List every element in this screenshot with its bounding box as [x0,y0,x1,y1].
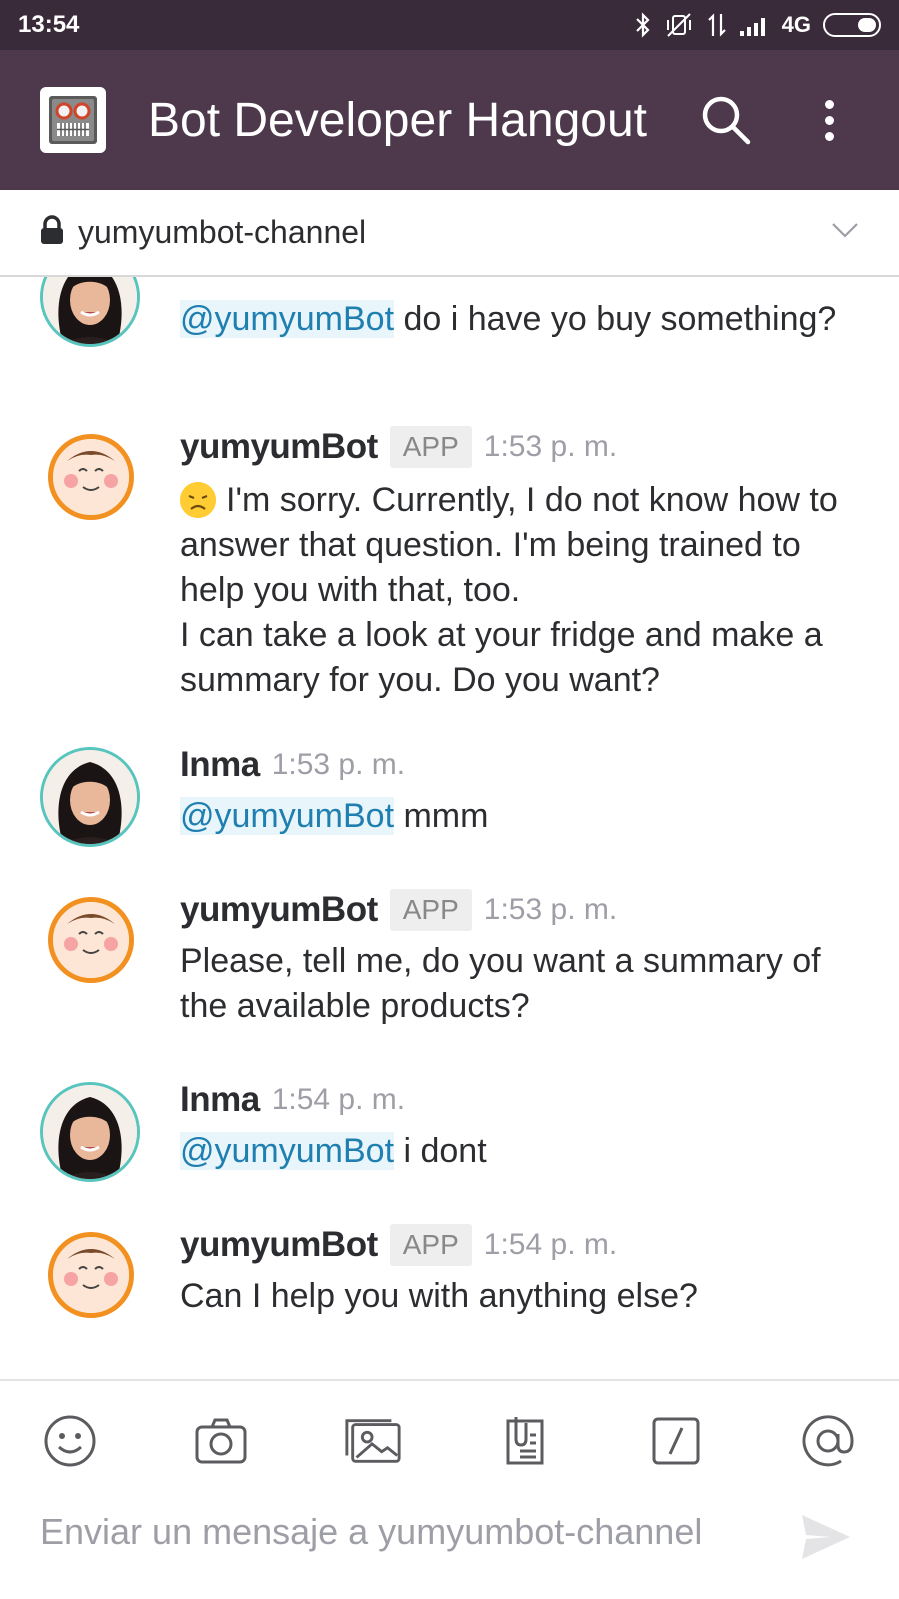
message-body: yumyumBot APP 1:54 p. m. Can I help you … [180,1222,860,1319]
message-body: @yumyumBot do i have yo buy something? [180,297,860,342]
message-text: Can I help you with anything else? [180,1274,860,1319]
message-body: Inma 1:53 p. m. @yumyumBot mmm [180,742,860,839]
composer-toolbar [0,1401,899,1481]
file-icon[interactable] [495,1411,555,1471]
status-bar: 13:54 4G [0,0,899,50]
lock-icon [40,215,64,250]
app-badge: APP [389,426,472,468]
message-content: do i have yo buy something? [394,300,837,338]
author-name[interactable]: Inma [180,745,260,785]
mention[interactable]: @yumyumBot [180,300,395,338]
chevron-down-icon[interactable] [831,222,859,243]
avatar[interactable] [40,277,140,347]
robot-icon[interactable] [40,87,106,153]
image-gallery-icon[interactable] [343,1411,403,1471]
avatar[interactable] [48,1232,134,1318]
bluetooth-icon [634,12,652,38]
author-name[interactable]: yumyumBot [180,427,378,467]
camera-icon[interactable] [191,1411,251,1471]
channel-name: yumyumbot-channel [78,214,367,250]
workspace-title[interactable]: Bot Developer Hangout [148,93,668,148]
app-header: Bot Developer Hangout [0,50,899,190]
message-text: @yumyumBot do i have yo buy something? [180,297,860,342]
message-text: @yumyumBot i dont [180,1129,860,1174]
message-text: I'm sorry. Currently, I do not know how … [180,478,860,703]
message-header: Inma 1:54 p. m. [180,1077,860,1123]
message-body: Inma 1:54 p. m. @yumyumBot i dont [180,1077,860,1174]
app-badge: APP [389,1224,472,1266]
message-header: yumyumBot APP 1:53 p. m. [180,887,860,933]
author-name[interactable]: yumyumBot [180,1225,378,1265]
disappointed-emoji-icon [180,482,216,518]
timestamp: 1:53 p. m. [271,748,406,781]
timestamp: 1:54 p. m. [271,1083,406,1116]
status-icons: 4G [634,12,881,38]
message-header: yumyumBot APP 1:53 p. m. [180,424,860,470]
channel-bar[interactable]: yumyumbot-channel [0,190,899,277]
message-content: Can I help you with anything else? [180,1277,698,1315]
app-badge: APP [389,889,472,931]
message-body: yumyumBot APP 1:53 p. m. I'm sorry. Curr… [180,424,860,703]
battery-icon [823,13,881,37]
mention-icon[interactable] [798,1411,858,1471]
message-content: I'm sorry. Currently, I do not know how … [180,481,838,609]
message-header: Inma 1:53 p. m. [180,742,860,788]
network-label: 4G [781,12,811,37]
data-transfer-icon [706,12,728,38]
avatar[interactable] [48,434,134,520]
search-icon[interactable] [698,92,754,148]
timestamp: 1:54 p. m. [483,1228,618,1261]
message-content-2: I can take a look at your fridge and mak… [180,616,823,699]
vibrate-off-icon [664,12,694,38]
avatar[interactable] [48,897,134,983]
message-text: @yumyumBot mmm [180,794,860,839]
message-body: yumyumBot APP 1:53 p. m. Please, tell me… [180,887,860,1029]
message-content: mmm [394,797,489,835]
message-input[interactable]: Enviar un mensaje a yumyumbot-channel [40,1511,702,1553]
author-name[interactable]: yumyumBot [180,890,378,930]
timestamp: 1:53 p. m. [483,893,618,926]
message-content: Please, tell me, do you want a summary o… [180,942,821,1025]
message-header: yumyumBot APP 1:54 p. m. [180,1222,860,1268]
mention[interactable]: @yumyumBot [180,797,395,835]
timestamp: 1:53 p. m. [483,430,618,463]
avatar[interactable] [40,747,140,847]
signal-icon [739,14,770,36]
message-list[interactable]: @yumyumBot do i have yo buy something? y… [0,277,899,1379]
send-icon[interactable] [798,1509,858,1569]
author-name[interactable]: Inma [180,1080,260,1120]
message-text: Please, tell me, do you want a summary o… [180,939,860,1029]
avatar[interactable] [40,1082,140,1182]
emoji-icon[interactable] [40,1411,100,1471]
slash-command-icon[interactable] [646,1411,706,1471]
more-menu-icon[interactable] [814,92,844,148]
message-composer: Enviar un mensaje a yumyumbot-channel [0,1379,899,1599]
mention[interactable]: @yumyumBot [180,1132,395,1170]
message-content: i dont [394,1132,487,1170]
status-time: 13:54 [18,11,80,38]
